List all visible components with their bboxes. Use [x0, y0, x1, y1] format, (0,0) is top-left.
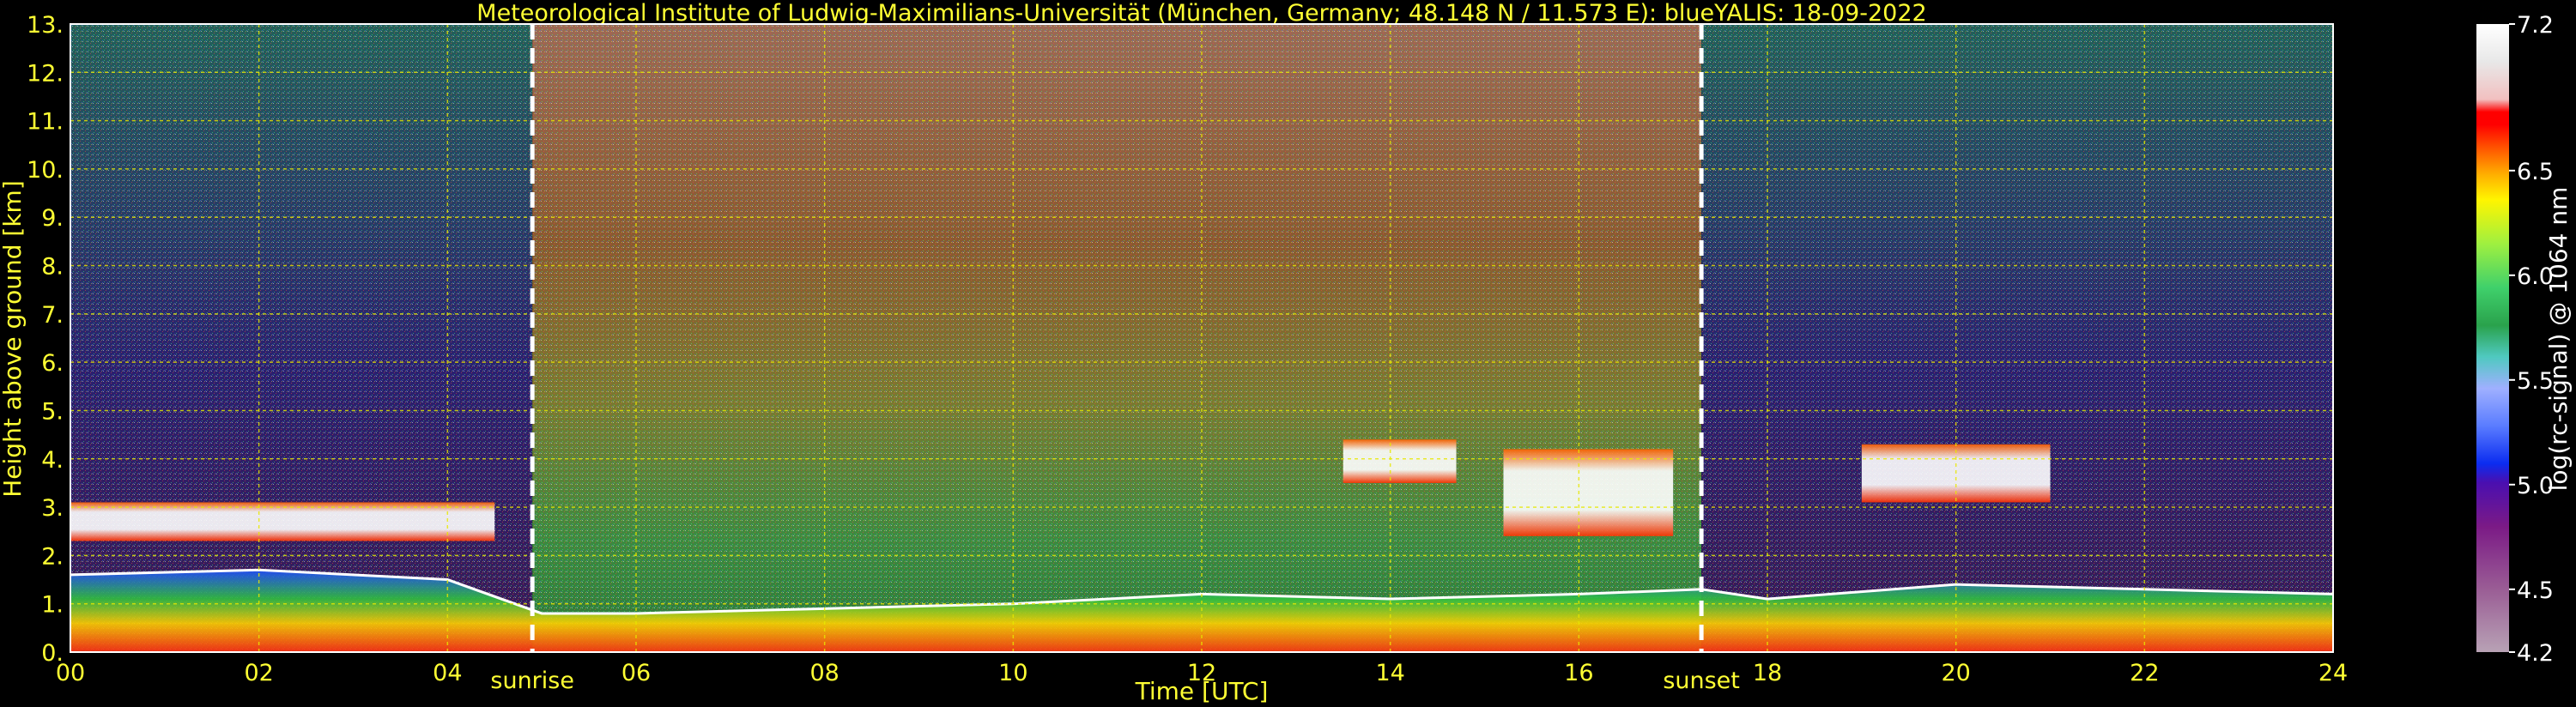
y-tick-label: 6. [41, 350, 64, 377]
y-tick-label: 7. [41, 302, 64, 329]
colorbar-bar [2476, 24, 2509, 652]
colorbar-tick-label: 4.2 [2517, 640, 2554, 667]
y-tick-label: 1. [41, 592, 64, 619]
x-tick-label: 10 [998, 660, 1027, 686]
x-tick-label: 22 [2130, 660, 2159, 686]
y-tick-label: 9. [41, 205, 64, 232]
lidar-chart: Meteorological Institute of Ludwig-Maxim… [0, 0, 2573, 705]
y-tick-label: 10. [27, 157, 64, 184]
colorbar-tick-label: 6.5 [2517, 159, 2554, 185]
y-tick-label: 13. [27, 12, 64, 39]
x-tick-label: 00 [56, 660, 85, 686]
marker-label-sunrise: sunrise [490, 668, 574, 694]
x-tick-label: 06 [621, 660, 651, 686]
cloud-layer-3 [1503, 449, 1674, 536]
x-tick-label: 14 [1375, 660, 1404, 686]
x-axis-label: Time [UTC] [1135, 677, 1269, 705]
y-tick-label: 12. [27, 60, 64, 87]
y-tick-label: 8. [41, 254, 64, 281]
y-tick-label: 2. [41, 543, 64, 570]
cloud-layer-2 [1343, 439, 1457, 483]
y-tick-label: 5. [41, 398, 64, 425]
x-tick-label: 04 [433, 660, 462, 686]
x-tick-label: 16 [1564, 660, 1593, 686]
x-tick-label: 24 [2318, 660, 2348, 686]
colorbar-tick-label: 7.2 [2517, 12, 2554, 39]
y-axis-ticks: 0.1.2.3.4.5.6.7.8.9.10.11.12.13. [27, 12, 64, 667]
x-tick-label: 02 [244, 660, 273, 686]
noise-overlay [70, 24, 2333, 652]
x-tick-label: 20 [1941, 660, 1970, 686]
colorbar [2476, 24, 2509, 652]
y-axis-label: Height above ground [km] [0, 180, 27, 498]
cloud-layer-1 [70, 502, 495, 541]
chart-title: Meteorological Institute of Ludwig-Maxim… [476, 0, 1926, 27]
marker-label-sunset: sunset [1663, 668, 1740, 694]
colorbar-tick-label: 4.5 [2517, 577, 2554, 604]
y-tick-label: 11. [27, 109, 64, 136]
x-tick-label: 08 [809, 660, 839, 686]
x-tick-label: 18 [1753, 660, 1782, 686]
y-tick-label: 4. [41, 447, 64, 474]
y-tick-label: 3. [41, 495, 64, 522]
plot-area [70, 24, 2334, 652]
colorbar-label: log(rc-signal) @ 1064 nm [2544, 187, 2573, 492]
